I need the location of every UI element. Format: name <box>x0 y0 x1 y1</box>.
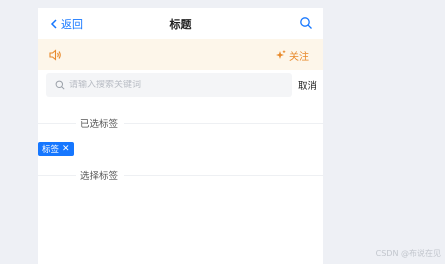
selected-tags-section: 已选标签 <box>38 116 323 130</box>
section-label-choose: 选择标签 <box>78 168 121 182</box>
cancel-button[interactable]: 取消 <box>298 78 317 92</box>
notice-bar: 关注 <box>38 39 323 70</box>
divider <box>38 123 76 124</box>
search-row: 取消 <box>46 73 323 97</box>
speaker-icon <box>49 49 61 61</box>
page-panel: 返回 标题 关注 取消 <box>38 8 323 264</box>
sparkle-plus-icon <box>276 50 286 59</box>
close-icon[interactable]: ✕ <box>62 144 70 154</box>
follow-label: 关注 <box>289 51 309 63</box>
search-input[interactable] <box>69 80 269 90</box>
divider <box>124 123 323 124</box>
search-box[interactable] <box>46 73 292 97</box>
tag-label: 标签 <box>42 145 60 155</box>
follow-button[interactable]: 关注 <box>276 47 309 63</box>
divider <box>124 175 323 176</box>
nav-header: 返回 标题 <box>38 8 323 39</box>
divider <box>38 175 76 176</box>
selected-tag[interactable]: 标签 ✕ <box>38 142 74 156</box>
page-title: 标题 <box>169 18 192 31</box>
watermark: CSDN @布说在见 <box>375 249 441 258</box>
search-icon[interactable] <box>299 16 313 30</box>
search-icon <box>55 80 65 90</box>
section-label-selected: 已选标签 <box>78 116 121 130</box>
choose-tags-section: 选择标签 <box>38 168 323 182</box>
